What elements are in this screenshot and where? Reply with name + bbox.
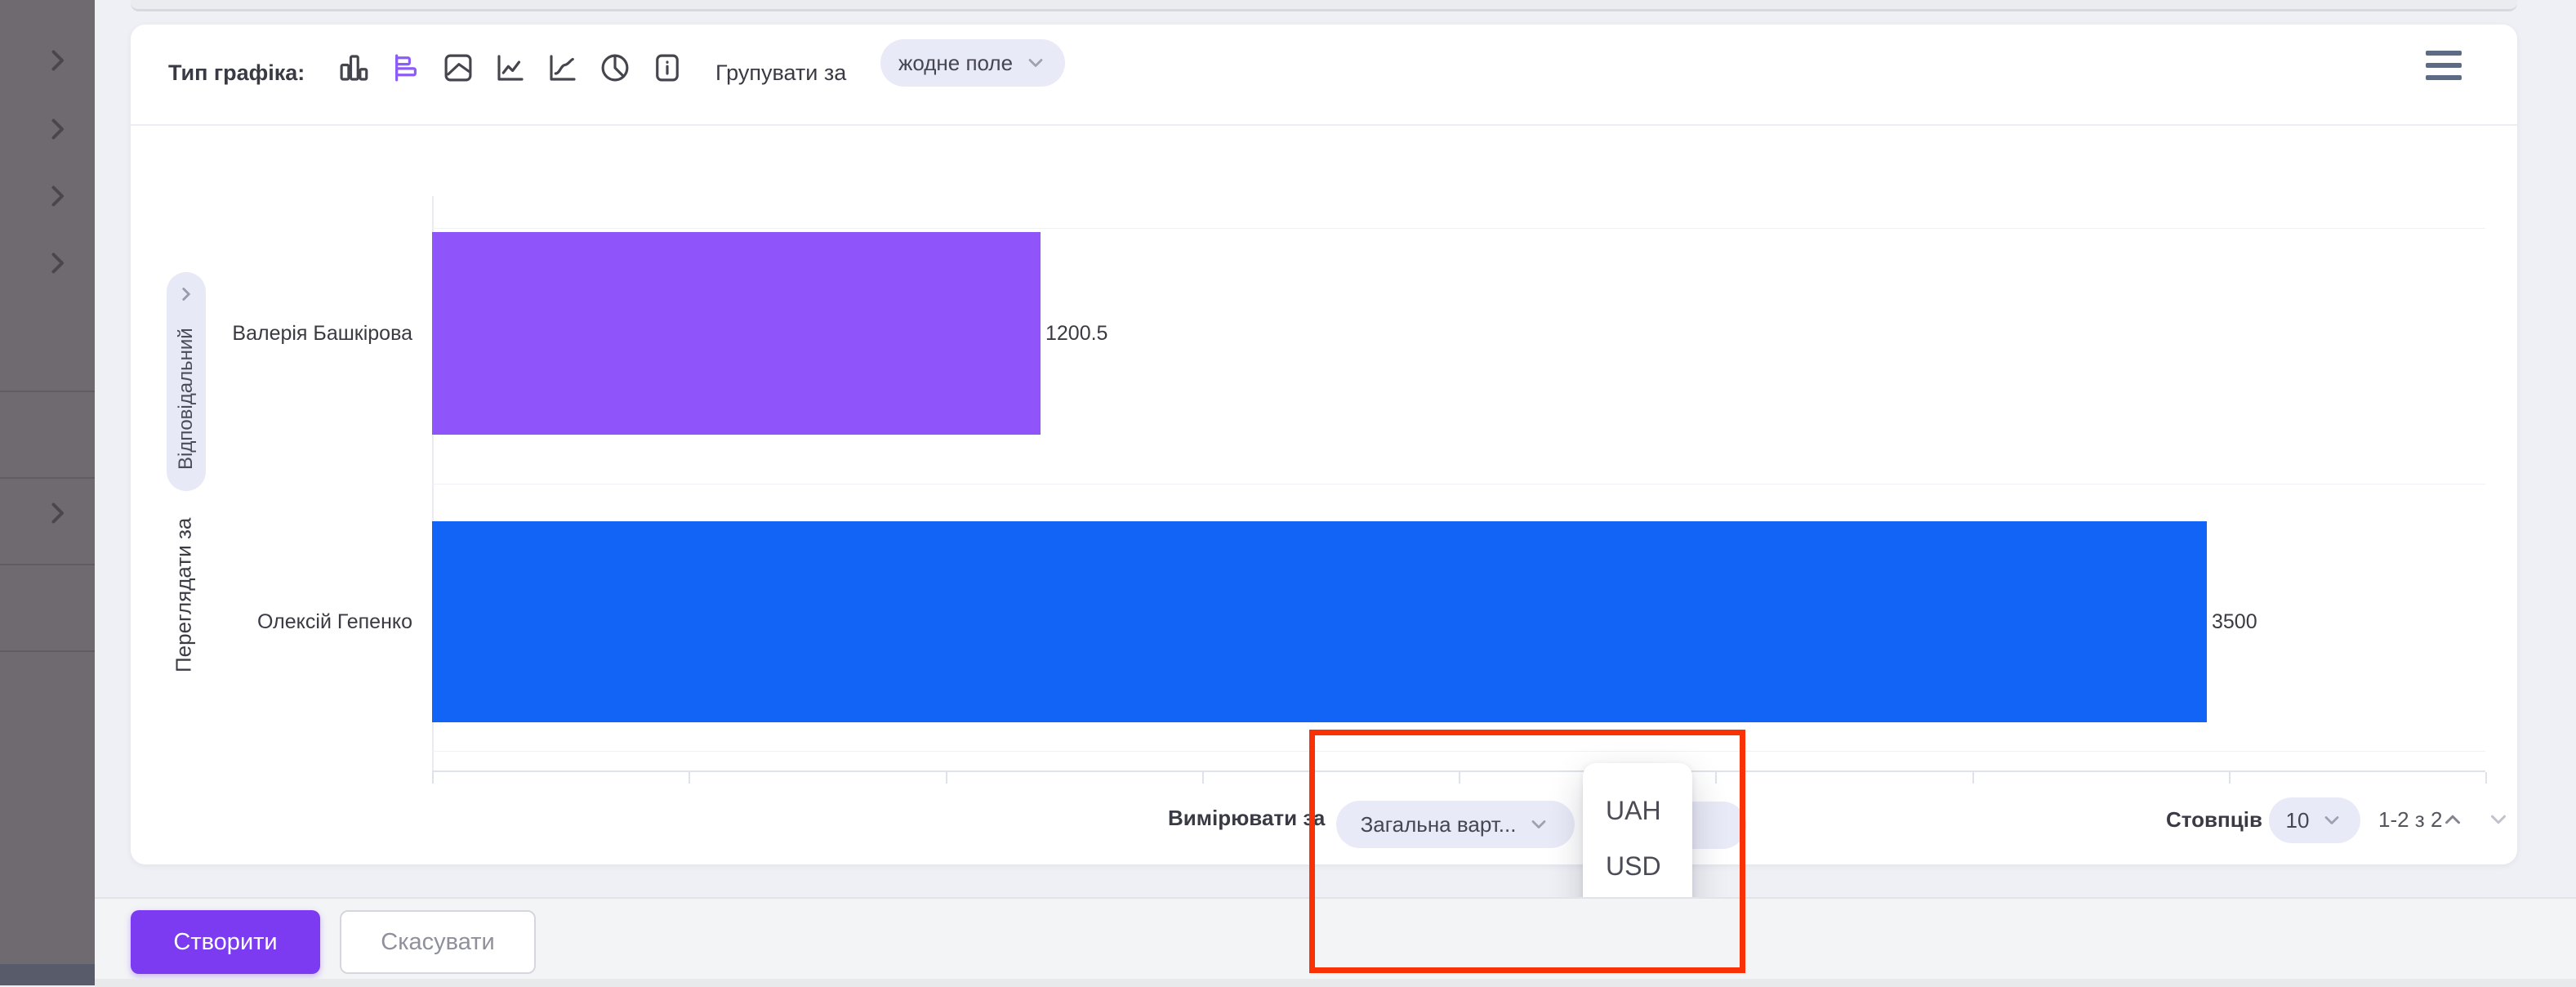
group-by-label: Групувати за	[715, 60, 846, 86]
x-axis-tick	[2229, 772, 2231, 784]
pie-chart-icon[interactable]	[596, 49, 634, 87]
group-by-value: жодне поле	[898, 51, 1013, 76]
chevron-right-icon[interactable]	[42, 114, 72, 144]
axis-field-pill[interactable]: Відповідальний	[167, 272, 206, 491]
page-next-icon[interactable]	[2486, 807, 2511, 832]
chevron-icon	[176, 284, 197, 305]
page-prev-icon[interactable]	[2440, 807, 2465, 832]
x-axis-tick	[1972, 772, 1974, 784]
chevron-down-icon	[2320, 809, 2343, 832]
row-gridline	[432, 228, 2485, 229]
x-axis-tick	[1202, 772, 1204, 784]
sidebar	[0, 0, 95, 985]
bar-value-outside: 3500	[2212, 610, 2257, 634]
x-axis-tick	[2485, 772, 2487, 784]
bar-value-outside: 1200.5	[1045, 322, 1108, 346]
horizontal-bar-chart-icon[interactable]	[387, 49, 425, 87]
chevron-right-icon[interactable]	[42, 248, 72, 278]
group-by-dropdown[interactable]: жодне поле	[880, 39, 1065, 87]
annotation-highlight-box	[1309, 730, 1745, 973]
footer-edge	[95, 979, 2576, 987]
number-card-icon[interactable]	[648, 49, 686, 87]
step-line-chart-icon[interactable]	[544, 49, 582, 87]
page-size-value: 10	[2286, 808, 2310, 833]
sidebar-bottom-edge	[0, 964, 95, 985]
chart-type-label: Тип графіка:	[168, 60, 305, 86]
x-axis-tick	[689, 772, 690, 784]
x-axis-tick	[946, 772, 947, 784]
chevron-right-icon[interactable]	[42, 46, 72, 75]
create-button[interactable]: Створити	[131, 910, 320, 974]
cancel-button[interactable]: Скасувати	[340, 910, 536, 974]
measure-by-label: Вимірювати за	[1168, 806, 1325, 831]
x-axis-tick	[432, 772, 434, 784]
sidebar-divider	[0, 477, 95, 479]
sidebar-divider	[0, 391, 95, 392]
axis-field-name: Відповідальний	[174, 315, 198, 483]
bar-2[interactable]	[432, 521, 2207, 722]
columns-label: Стовпців	[2166, 807, 2262, 833]
axis-title: Переглядати за	[165, 497, 203, 693]
chart-type-switcher	[335, 49, 686, 87]
chart-toolbar: Тип графіка: Групувати за жодне поле	[131, 25, 2517, 126]
hamburger-icon[interactable]	[2426, 51, 2462, 80]
line-chart-icon[interactable]	[492, 49, 529, 87]
chevron-right-icon[interactable]	[42, 498, 72, 528]
row-gridline	[432, 484, 2485, 485]
column-chart-icon[interactable]	[335, 49, 372, 87]
chevron-right-icon[interactable]	[42, 181, 72, 211]
area-chart-icon[interactable]	[439, 49, 477, 87]
sidebar-divider	[0, 650, 95, 652]
chevron-down-icon	[1024, 51, 1047, 74]
pagination-range: 1-2 з 2	[2378, 807, 2442, 833]
previous-card-edge	[131, 0, 2517, 11]
page-size-dropdown[interactable]: 10	[2269, 797, 2360, 843]
sidebar-divider	[0, 564, 95, 565]
bar-1[interactable]	[432, 232, 1041, 435]
